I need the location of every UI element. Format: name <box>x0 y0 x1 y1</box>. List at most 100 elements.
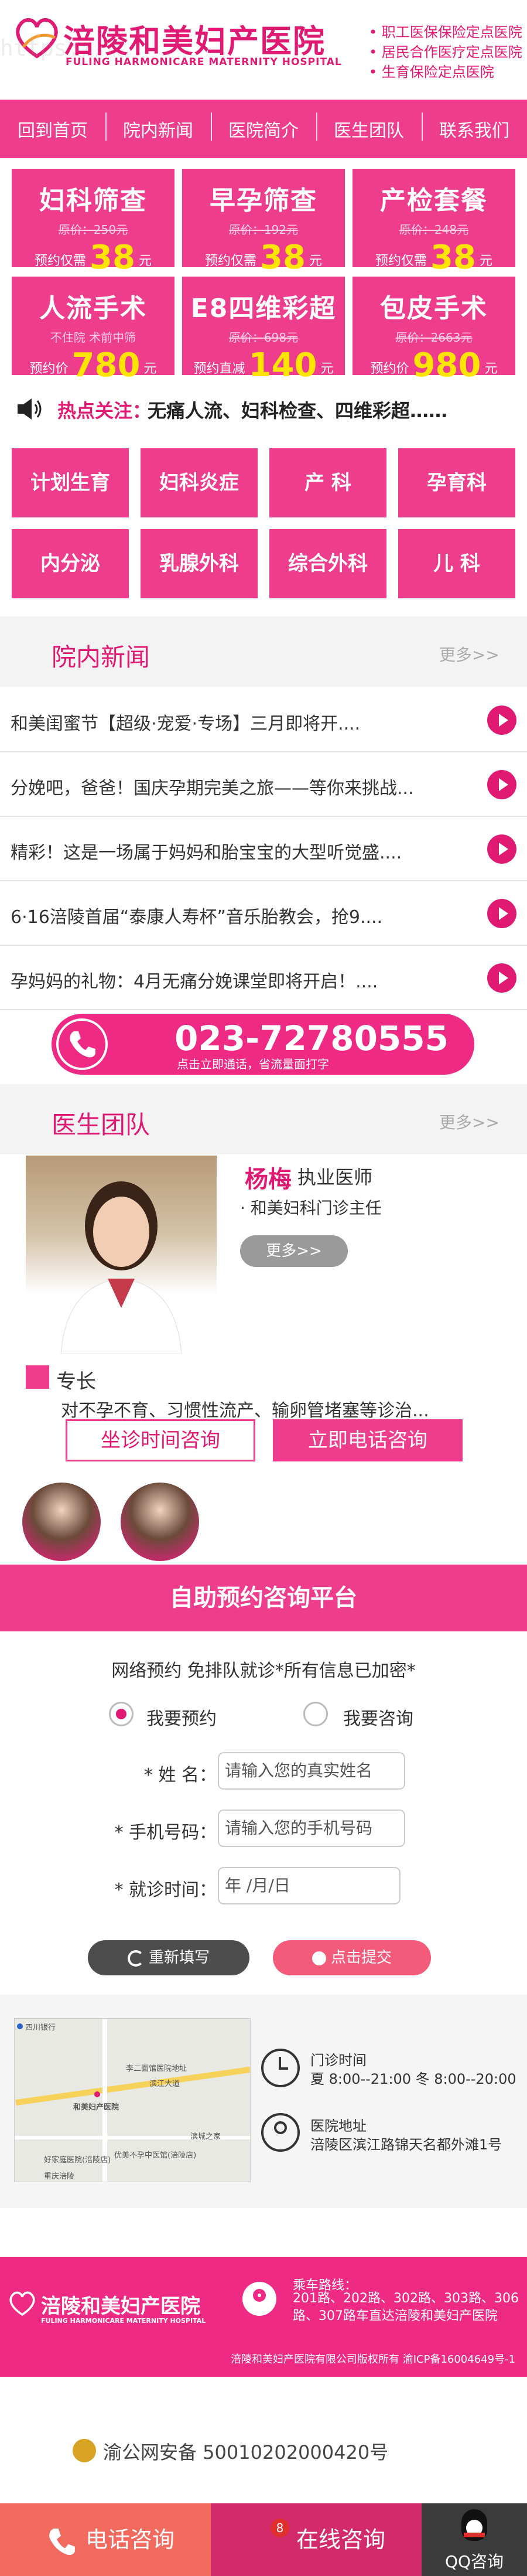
news-item[interactable]: 6·16涪陵首届“泰康人寿杯”音乐胎教会，抢9.... <box>0 881 527 946</box>
insurance-item: 生育保险定点医院 <box>369 62 522 82</box>
category-button[interactable]: 妇科炎症 <box>141 448 258 517</box>
map-image[interactable]: 四川银行 李二面馆医院地址 滨江大道 和美妇产医院 好家庭医院(涪陵店) 优美不… <box>14 2018 251 2182</box>
package-card[interactable]: 妇科筛查 原价：250元 预约仅需 38 元 <box>12 169 174 277</box>
phone-consult-button[interactable]: 电话咨询 <box>0 2503 211 2576</box>
radio-appointment-label[interactable]: 我要预约 <box>146 1704 217 1730</box>
call-now-button[interactable]: 立即电话咨询 <box>273 1419 463 1461</box>
main-nav: 回到首页 院内新闻 医院简介 医生团队 联系我们 <box>0 100 527 158</box>
online-consult-button[interactable]: 8 在线咨询 <box>211 2503 422 2576</box>
phone-number[interactable]: 023-72780555 <box>174 1018 449 1058</box>
category-button[interactable]: 内分泌 <box>12 529 129 598</box>
map-pin-icon <box>17 2023 23 2029</box>
hot-text[interactable]: 无痛人流、妇科检查、四维彩超…… <box>148 396 447 423</box>
arrow-right-icon[interactable] <box>487 963 516 993</box>
map-label: 优美不孕中医馆(涪陵店) <box>114 2151 197 2160</box>
category-button[interactable]: 孕育科 <box>398 448 515 517</box>
category-button[interactable]: 儿 科 <box>398 529 515 598</box>
bus-routes: 201路、202路、302路、303路、306路、307路车直达涪陵和美妇产医院 <box>293 2291 519 2323</box>
refresh-icon <box>127 1950 144 1967</box>
news-item[interactable]: 精彩！这是一场属于妈妈和胎宝宝的大型听觉盛.... <box>0 817 527 881</box>
package-orig-price: 原价：192元 <box>228 223 299 237</box>
package-card[interactable]: 包皮手术 原价：2663元 预约价 980 元 <box>353 277 515 384</box>
radio-appointment[interactable] <box>109 1702 134 1726</box>
appointment-title: 自助预约咨询平台 <box>0 1565 527 1631</box>
arrow-right-icon[interactable] <box>487 899 516 928</box>
package-prefix: 预约仅需 <box>35 254 87 268</box>
name-input[interactable]: 请输入您的真实姓名 <box>218 1752 405 1790</box>
news-title[interactable]: 孕妈妈的礼物：4月无痛分娩课堂即将开启！.... <box>11 967 378 993</box>
phone-banner[interactable]: 023-72780555 点击立即通话，省流量面打字 <box>52 1014 474 1075</box>
category-button[interactable]: 综合外科 <box>269 529 386 598</box>
news-item[interactable]: 分娩吧，爸爸！国庆孕期完美之旅——等你来挑战... <box>0 752 527 817</box>
more-link[interactable]: 更多>> <box>439 1110 499 1133</box>
package-title: 早孕筛查 <box>210 186 317 216</box>
package-price: 38 <box>90 238 135 277</box>
package-unit: 元 <box>143 362 157 376</box>
police-record[interactable]: 渝公网安备 50010202000420号 <box>103 2438 388 2465</box>
section-title: 院内新闻 <box>52 643 150 672</box>
arrow-right-icon[interactable] <box>487 770 516 799</box>
speaker-icon <box>18 398 42 420</box>
doctor-thumbnail[interactable] <box>121 1483 199 1561</box>
package-orig-price: 不住院 术前中筛 <box>50 330 136 345</box>
package-unit: 元 <box>479 254 492 268</box>
hours-title: 门诊时间 <box>310 2052 367 2069</box>
qq-consult-button[interactable]: QQ咨询 <box>422 2503 527 2576</box>
nav-news[interactable]: 院内新闻 <box>105 113 211 142</box>
nav-home[interactable]: 回到首页 <box>0 116 105 142</box>
submit-button[interactable]: 点击提交 <box>273 1940 431 1975</box>
qq-penguin-icon <box>461 2509 487 2541</box>
nav-doctors[interactable]: 医生团队 <box>316 113 422 142</box>
arrow-right-icon[interactable] <box>487 706 516 735</box>
category-button[interactable]: 乳腺外科 <box>141 529 258 598</box>
package-prefix: 预约仅需 <box>205 254 257 268</box>
insurance-item: 居民合作医疗定点医院 <box>369 42 522 62</box>
news-title[interactable]: 分娩吧，爸爸！国庆孕期完美之旅——等你来挑战... <box>11 774 414 799</box>
news-title[interactable]: 和美闺蜜节【超级·宠爱·专场】三月即将开.... <box>11 709 360 735</box>
package-card[interactable]: 人流手术 不住院 术前中筛 预约价 780 元 <box>12 277 174 384</box>
package-prefix: 预约价 <box>370 362 409 376</box>
clock-icon <box>261 2049 300 2087</box>
map-label: 重庆涪陵 <box>44 2172 75 2181</box>
radio-consult[interactable] <box>303 1702 328 1726</box>
package-orig-price: 原价：698元 <box>228 330 299 345</box>
package-prefix: 预约价 <box>29 362 69 376</box>
package-price: 140 <box>248 346 317 384</box>
location-pin-icon <box>242 2282 276 2316</box>
date-input[interactable]: 年 /月/日 <box>218 1867 401 1904</box>
package-orig-price: 原价：248元 <box>399 223 469 237</box>
arrow-right-icon[interactable] <box>487 834 516 864</box>
schedule-consult-button[interactable]: 坐诊时间咨询 <box>66 1419 255 1461</box>
phone-consult-label: 电话咨询 <box>85 2527 175 2553</box>
category-button[interactable]: 计划生育 <box>12 448 129 517</box>
hours-value: 夏 8:00--21:00 冬 8:00--20:00 <box>310 2071 516 2087</box>
doctor-more-button[interactable]: 更多>> <box>240 1235 348 1267</box>
package-card[interactable]: 早孕筛查 原价：192元 预约仅需 38 元 <box>182 169 345 277</box>
news-title[interactable]: 精彩！这是一场属于妈妈和胎宝宝的大型听觉盛.... <box>11 838 402 864</box>
doctor-thumbnail[interactable] <box>22 1483 101 1561</box>
package-unit: 元 <box>138 254 152 268</box>
copyright: 涪陵和美妇产医院有限公司版权所有 渝ICP备16004649号-1 <box>231 2353 516 2366</box>
phone-input[interactable]: 请输入您的手机号码 <box>218 1810 405 1847</box>
package-card[interactable]: E8四维彩超 原价：698元 预约直减 140 元 <box>182 277 345 384</box>
more-link[interactable]: 更多>> <box>439 642 499 666</box>
insurance-list: 职工医保保险定点医院 居民合作医疗定点医院 生育保险定点医院 <box>369 22 522 82</box>
news-item[interactable]: 和美闺蜜节【超级·宠爱·专场】三月即将开.... <box>0 688 527 752</box>
phone-icon <box>56 1018 108 1070</box>
reset-button[interactable]: 重新填写 <box>88 1940 249 1975</box>
map-label: 李二面馆医院地址 <box>126 2064 187 2073</box>
logo-text[interactable]: 涪陵和美妇产医院 <box>63 15 326 62</box>
package-title: 妇科筛查 <box>39 186 147 216</box>
news-title[interactable]: 6·16涪陵首届“泰康人寿杯”音乐胎教会，抢9.... <box>11 902 382 928</box>
map-label: 滨江大道 <box>149 2080 180 2088</box>
submit-label: 点击提交 <box>330 1949 392 1967</box>
nav-contact[interactable]: 联系我们 <box>422 113 527 142</box>
map-label: 滨城之家 <box>190 2132 221 2141</box>
radio-consult-label[interactable]: 我要咨询 <box>343 1704 413 1730</box>
qq-consult-label: QQ咨询 <box>444 2552 504 2571</box>
online-consult-label: 在线咨询 <box>296 2527 386 2553</box>
category-button[interactable]: 产 科 <box>269 448 386 517</box>
package-card[interactable]: 产检套餐 原价：248元 预约仅需 38 元 <box>353 169 515 277</box>
nav-about[interactable]: 医院简介 <box>211 113 316 142</box>
news-item[interactable]: 孕妈妈的礼物：4月无痛分娩课堂即将开启！.... <box>0 946 527 1010</box>
